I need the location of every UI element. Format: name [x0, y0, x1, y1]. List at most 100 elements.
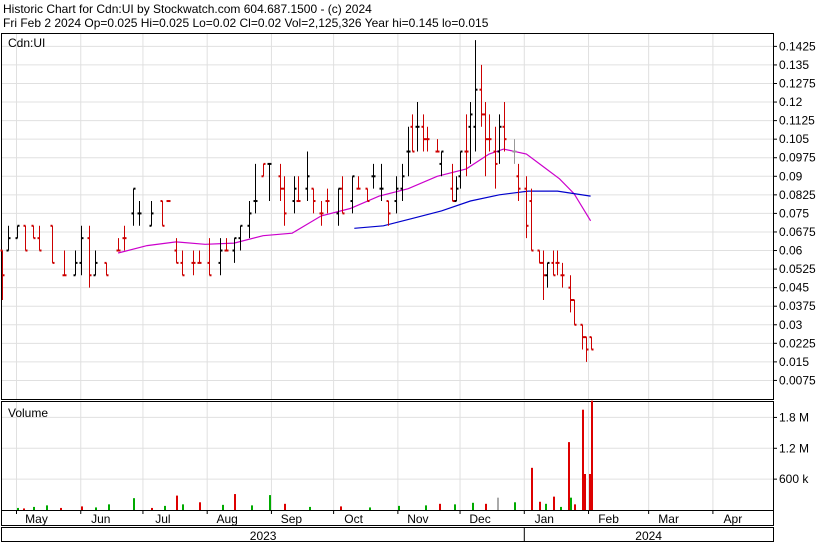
ohlc-bar [568, 275, 573, 313]
ohlc-bar [23, 224, 28, 252]
volume-axis: 1.8 M 1.2 M 600 k [773, 410, 809, 486]
volume-bar [560, 506, 562, 510]
ohlc-bar [551, 250, 556, 277]
price-tick-label: 0.06 [779, 244, 803, 258]
month-label: Oct [344, 512, 363, 526]
ohlc-bar [238, 224, 243, 251]
volume-tick-label: 600 k [779, 472, 809, 486]
volume-bar [570, 497, 572, 510]
ohlc-bar [415, 102, 420, 152]
moving-average-line [354, 190, 591, 229]
month-label: Aug [217, 512, 238, 526]
ohlc-bar [450, 163, 455, 203]
volume-bar [439, 503, 441, 510]
ohlc-bar [439, 150, 444, 177]
ohlc-bar [62, 250, 67, 277]
month-label: Feb [598, 512, 619, 526]
volume-bar [309, 506, 311, 510]
price-tick-label: 0.0375 [779, 299, 816, 313]
grid-lines [2, 34, 773, 510]
price-panel-frame [1, 33, 774, 400]
month-label: Dec [469, 512, 490, 526]
ohlc-bar [435, 139, 440, 153]
ohlc-bar [560, 262, 565, 288]
ohlc-bar [311, 187, 316, 214]
ohlc-bar [502, 102, 507, 152]
volume-bar [425, 505, 427, 510]
price-tick-label: 0.0075 [779, 373, 816, 387]
volume-bar [234, 494, 236, 510]
ohlc-bar [555, 250, 560, 276]
volume-bar [284, 503, 286, 510]
ohlc-bar [524, 176, 529, 239]
ohlc-bar [487, 114, 492, 152]
ohlc-bar [425, 126, 430, 152]
price-tick-label: 0.09 [779, 169, 803, 183]
chart-header: Historic Chart for Cdn:UI by Stockwatch.… [3, 2, 489, 30]
volume-bar [545, 503, 547, 510]
ohlc-bar [473, 40, 478, 152]
volume-bar [81, 506, 83, 510]
year-label: 2024 [635, 529, 662, 543]
volume-bar [251, 505, 253, 510]
ohlc-bar [261, 162, 266, 178]
ohlc-bar [116, 238, 121, 252]
ohlc-bar [37, 225, 42, 252]
header-title: Historic Chart for Cdn:UI by Stockwatch.… [3, 2, 372, 16]
ohlc-bar [400, 163, 405, 202]
price-tick-label: 0.1125 [779, 114, 815, 128]
ohlc-bar [541, 250, 546, 301]
ohlc-bar [6, 225, 11, 252]
ohlc-bar [267, 162, 272, 202]
ohlc-bar [468, 102, 473, 164]
ohlc-bar [122, 225, 127, 251]
ohlc-bar [545, 261, 550, 288]
volume-bar [568, 442, 570, 510]
price-tick-label: 0.105 [779, 132, 809, 146]
moving-averages [117, 148, 592, 254]
volume-bar [108, 504, 110, 510]
price-tick-label: 0.015 [779, 355, 809, 369]
header-quote: Fri Feb 2 2024 Op=0.025 Hi=0.025 Lo=0.02… [3, 16, 489, 30]
volume-bar [23, 508, 25, 510]
ohlc-bar [406, 126, 411, 177]
ohlc-bar [50, 224, 55, 264]
month-label: Mar [658, 512, 679, 526]
volume-bar [340, 506, 342, 510]
volume-bar [17, 507, 19, 510]
month-label: Jun [91, 512, 110, 526]
ohlc-bar [87, 225, 92, 288]
volume-bar [531, 467, 533, 510]
volume-bar [182, 504, 184, 510]
price-tick-label: 0.135 [779, 58, 809, 72]
ohlc-bar [253, 163, 258, 214]
volume-bar [133, 498, 135, 510]
ohlc-bar [584, 336, 589, 362]
ohlc-bar [410, 114, 415, 153]
ohlc-bar [278, 163, 283, 202]
month-label: Nov [407, 512, 428, 526]
price-tick-label: 0.0975 [779, 151, 816, 165]
price-axis: 0.1425 0.135 0.1275 0.12 0.1125 0.105 0.0975 0.… [773, 39, 816, 387]
ohlc-bar [464, 114, 469, 177]
ohlc-bar [73, 250, 78, 277]
stock-chart: Historic Chart for Cdn:UI by Stockwatch.… [0, 2, 816, 543]
volume-bar [33, 506, 35, 510]
month-label: Apr [724, 512, 743, 526]
volume-bar [591, 400, 593, 510]
ohlc-bar [356, 176, 361, 190]
ohlc-bars [0, 40, 594, 362]
ohlc-bar [580, 323, 585, 350]
volume-bar [269, 495, 271, 510]
volume-bar [199, 502, 201, 510]
volume-bar [369, 507, 371, 510]
volume-tick-label: 1.8 M [779, 410, 809, 424]
month-label: Jul [155, 512, 170, 526]
month-label: Sep [281, 512, 303, 526]
ohlc-bar [421, 114, 426, 152]
volume-bar [539, 501, 541, 510]
volume-bar [589, 474, 591, 510]
price-tick-label: 0.03 [779, 318, 803, 332]
month-axis: May Jun Jul Aug Sep Oct Nov Dec Jan Feb Mar Apr [16, 510, 743, 526]
price-tick-label: 0.0525 [779, 262, 816, 276]
